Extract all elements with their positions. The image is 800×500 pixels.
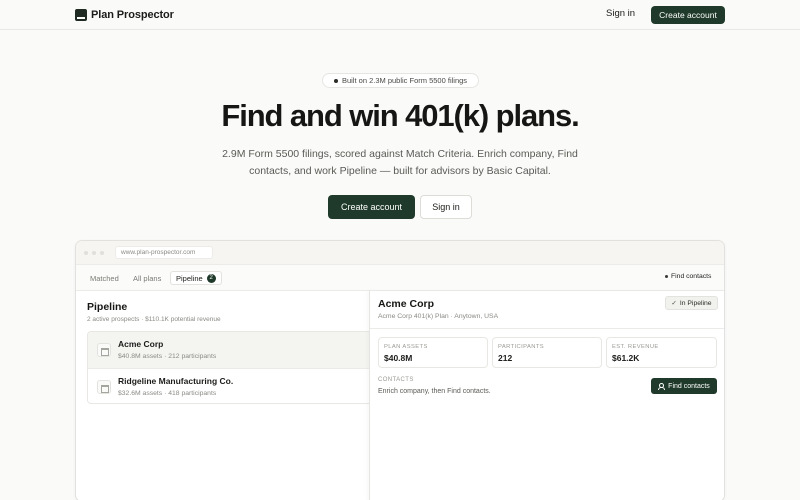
tab-pipeline[interactable]: Pipeline 2: [170, 271, 222, 285]
stat-value: $40.8M: [384, 353, 413, 363]
building-icon: [97, 380, 111, 394]
tab-label: Matched: [90, 273, 119, 283]
pipeline-list: Acme Corp $40.8M assets · 212 participan…: [87, 331, 387, 404]
prospect-name: Acme Corp: [118, 339, 164, 349]
company-subtitle: Acme Corp 401(k) Plan · Anytown, USA: [378, 313, 499, 320]
people-icon: [658, 383, 666, 390]
app-preview-window: www.plan-prospector.com Matched All plan…: [75, 240, 725, 500]
pipeline-summary: 2 active prospects · $110.1K potential r…: [87, 316, 221, 323]
company-name: Acme Corp: [378, 298, 435, 310]
nav-create-account-button[interactable]: Create account: [651, 6, 725, 24]
brand-logo[interactable]: Plan Prospector: [75, 8, 174, 22]
tab-label: All plans: [133, 273, 162, 283]
brand-name: Plan Prospector: [91, 9, 174, 21]
prospect-meta: $32.6M assets · 418 participants: [118, 390, 217, 397]
url-bar[interactable]: www.plan-prospector.com: [115, 246, 213, 259]
window-dot-icon: [92, 251, 96, 255]
in-pipeline-badge[interactable]: ✓ In Pipeline: [665, 296, 718, 310]
list-item[interactable]: Acme Corp $40.8M assets · 212 participan…: [88, 332, 386, 368]
stat-label: EST. REVENUE: [612, 344, 659, 350]
window-dot-icon: [84, 251, 88, 255]
badge-dot-icon: [333, 78, 338, 83]
stat-plan-assets: PLAN ASSETS $40.8M: [378, 337, 488, 368]
hero-badge-text: Built on 2.3M public Form 5500 filings: [341, 76, 468, 85]
prospect-detail-panel: Acme Corp Acme Corp 401(k) Plan · Anytow…: [369, 291, 724, 500]
nav-sign-in-link[interactable]: Sign in: [606, 8, 635, 19]
stat-participants: PARTICIPANTS 212: [492, 337, 602, 368]
stat-est-revenue: EST. REVENUE $61.2K: [606, 337, 717, 368]
window-titlebar: www.plan-prospector.com: [76, 241, 724, 265]
find-contacts-button[interactable]: Find contacts: [651, 378, 717, 394]
tab-matched[interactable]: Matched: [85, 271, 124, 285]
tab-all-plans[interactable]: All plans: [128, 271, 166, 285]
tab-label: Pipeline: [176, 273, 203, 283]
hero-subtitle: 2.9M Form 5500 filings, scored against M…: [222, 148, 578, 177]
find-contacts-link-label: Find contacts: [671, 273, 712, 280]
stat-value: $61.2K: [612, 353, 640, 363]
find-contacts-link[interactable]: Find contacts: [665, 273, 711, 280]
check-icon: ✓: [671, 300, 677, 307]
stat-value: 212: [498, 353, 513, 363]
window-dot-icon: [100, 251, 104, 255]
list-item[interactable]: Ridgeline Manufacturing Co. $32.6M asset…: [88, 368, 386, 403]
building-icon: [97, 343, 111, 357]
contacts-heading: CONTACTS: [378, 377, 414, 383]
stat-label: PARTICIPANTS: [498, 344, 545, 350]
in-pipeline-label: In Pipeline: [679, 299, 712, 307]
app-tabbar: Matched All plans Pipeline 2: [76, 265, 724, 291]
hero-sign-in-button[interactable]: Sign in: [420, 195, 472, 219]
hero-badge: Built on 2.3M public Form 5500 filings: [322, 73, 479, 88]
tab-count-badge: 2: [206, 273, 216, 283]
find-contacts-button-label: Find contacts: [668, 382, 710, 390]
hero-title: Find and win 401(k) plans.: [221, 98, 579, 133]
hero-create-account-button[interactable]: Create account: [328, 195, 415, 219]
top-nav: Plan Prospector Sign in Create account: [0, 0, 800, 30]
prospect-meta: $40.8M assets · 212 participants: [118, 353, 217, 360]
dot-icon: [665, 275, 668, 278]
stat-label: PLAN ASSETS: [384, 344, 428, 350]
pipeline-panel: Pipeline 2 active prospects · $110.1K po…: [76, 291, 387, 500]
pipeline-title: Pipeline: [87, 301, 128, 313]
brand-mark-icon: [75, 9, 87, 21]
divider: [370, 328, 724, 329]
contacts-hint: Enrich company, then Find contacts.: [378, 388, 491, 395]
prospect-name: Ridgeline Manufacturing Co.: [118, 376, 234, 386]
